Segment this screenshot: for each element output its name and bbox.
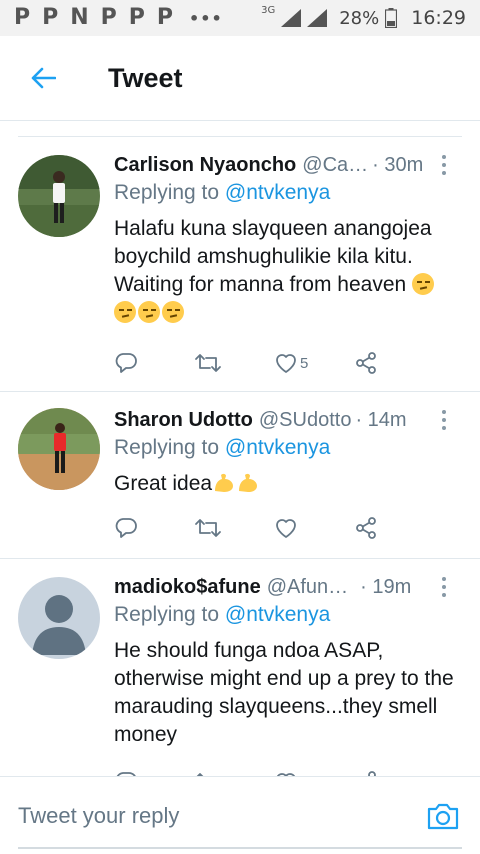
mention-link[interactable]: @ntvkenya <box>225 603 330 626</box>
tweet-text-content: Great idea <box>114 472 213 495</box>
like-count: 5 <box>300 354 309 372</box>
retweet-button[interactable] <box>194 516 274 540</box>
retweet-icon <box>195 354 221 372</box>
notification-icon: P <box>156 5 174 30</box>
page-title: Tweet <box>108 62 183 93</box>
author-handle[interactable]: @Afun… <box>267 576 348 599</box>
retweet-icon <box>195 519 221 537</box>
reply-composer: Tweet your reply <box>0 776 480 854</box>
smirk-emoji-icon <box>114 301 136 323</box>
like-button[interactable] <box>274 517 354 539</box>
tweet-text: He should funga ndoa ASAP, otherwise mig… <box>114 639 454 746</box>
share-icon <box>356 517 376 539</box>
signal-icon <box>307 9 328 27</box>
status-bar: P P N P P P ••• 3G 28% 16:29 <box>0 0 480 36</box>
smirk-emoji-icon <box>412 273 435 295</box>
reply-icon <box>115 353 137 373</box>
timestamp[interactable]: · 30m <box>372 154 423 177</box>
more-options-icon[interactable] <box>434 573 454 601</box>
author-handle[interactable]: @Ca… <box>302 154 368 177</box>
replying-to: Replying to @ntvkenya <box>114 436 462 466</box>
share-icon <box>356 352 376 374</box>
tweet-actions <box>114 511 434 545</box>
tweet[interactable]: Sharon Udotto @SUdotto · 14m Replying to… <box>0 392 480 559</box>
author-name[interactable]: Sharon Udotto <box>114 409 253 432</box>
replying-to: Replying to @ntvkenya <box>114 603 462 633</box>
notification-icons: P P N P P P ••• <box>14 7 261 29</box>
author-name[interactable]: Carlison Nyaoncho <box>114 154 296 177</box>
notification-icon: P <box>42 5 59 30</box>
reply-button[interactable] <box>114 516 194 540</box>
more-notifications-icon: ••• <box>189 8 223 28</box>
replying-label: Replying to <box>114 181 220 204</box>
like-button[interactable]: 5 <box>274 352 354 374</box>
tweet[interactable]: Carlison Nyaoncho @Ca… · 30m Replying to… <box>0 137 480 392</box>
heart-icon <box>276 519 296 538</box>
app-header: Tweet <box>0 36 480 120</box>
reply-input[interactable]: Tweet your reply <box>18 803 179 829</box>
flexed-biceps-emoji-icon <box>215 473 234 492</box>
notification-icon: P <box>128 5 145 30</box>
replying-label: Replying to <box>114 436 220 459</box>
network-type: 3G <box>261 4 276 16</box>
arrow-left-icon <box>31 67 56 89</box>
mention-link[interactable]: @ntvkenya <box>225 181 330 204</box>
tweet-text: Great idea <box>114 470 462 498</box>
notification-icon: P <box>100 5 117 30</box>
author-name[interactable]: madioko$afune <box>114 576 261 599</box>
signal-icon <box>281 9 302 27</box>
share-button[interactable] <box>354 351 434 375</box>
back-button[interactable] <box>0 36 86 120</box>
notification-icon: N <box>70 5 89 30</box>
smirk-emoji-icon <box>162 301 184 323</box>
divider <box>0 120 480 121</box>
avatar[interactable] <box>18 408 100 490</box>
battery-percent: 28% <box>339 7 380 29</box>
battery-icon <box>385 8 398 28</box>
heart-icon <box>276 354 296 373</box>
avatar[interactable] <box>18 155 100 237</box>
tweet[interactable]: madioko$afune @Afun… · 19m Replying to @… <box>0 559 480 776</box>
author-handle[interactable]: @SUdotto <box>259 409 352 432</box>
share-button[interactable] <box>354 516 434 540</box>
tweet-actions <box>114 765 434 776</box>
timestamp[interactable]: · 19m <box>360 576 411 599</box>
flexed-biceps-emoji-icon <box>239 473 258 492</box>
avatar[interactable] <box>18 577 100 659</box>
notification-icon: P <box>14 5 31 30</box>
camera-button[interactable] <box>426 799 460 833</box>
retweet-button[interactable] <box>194 351 274 375</box>
tweet-actions: 5 <box>114 346 434 380</box>
more-options-icon[interactable] <box>434 406 454 434</box>
timestamp[interactable]: · 14m <box>355 409 406 432</box>
smirk-emoji-icon <box>138 301 160 323</box>
clock: 16:29 <box>411 7 466 29</box>
reply-input-underline <box>18 847 462 849</box>
reply-icon <box>115 518 137 538</box>
tweet-text: Halafu kuna slayqueen anangojea boychild… <box>114 215 462 327</box>
camera-icon <box>427 803 459 830</box>
tweet-text-content: Halafu kuna slayqueen anangojea boychild… <box>114 217 432 296</box>
more-options-icon[interactable] <box>434 151 454 179</box>
replying-label: Replying to <box>114 603 220 626</box>
mention-link[interactable]: @ntvkenya <box>225 436 330 459</box>
replying-to: Replying to @ntvkenya <box>114 181 462 211</box>
reply-button[interactable] <box>114 351 194 375</box>
